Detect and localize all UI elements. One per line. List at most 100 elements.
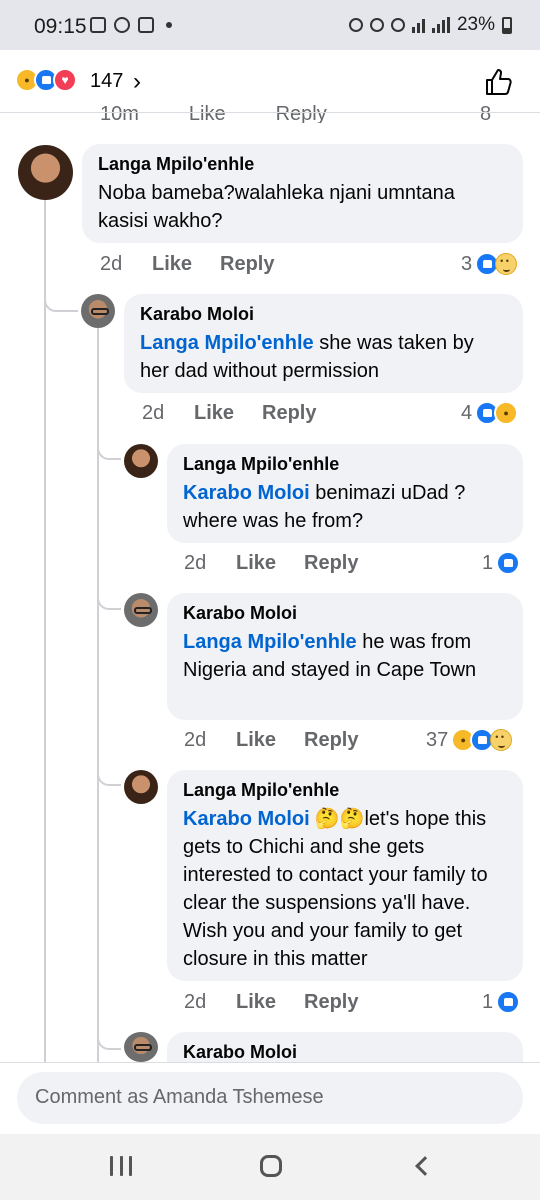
comment-actions: 2d Like Reply [184, 991, 358, 1014]
avatar[interactable] [124, 1032, 158, 1062]
avatar[interactable] [124, 770, 158, 804]
comment-author[interactable]: Karabo Moloi [183, 603, 507, 624]
battery-icon [502, 16, 512, 34]
avatar[interactable] [18, 145, 73, 200]
avatar[interactable] [124, 593, 158, 627]
comment-text-wrap: Langa Mpilo'enhle he was from Nigeria an… [183, 631, 476, 681]
like-button[interactable]: Like [236, 552, 304, 575]
thread-connector [97, 1030, 121, 1050]
like-icon [496, 990, 521, 1014]
thread-connector [97, 440, 121, 460]
system-status-icons: 23% [348, 14, 512, 36]
comment-reaction-count: 1 [482, 551, 494, 574]
comment-reactions[interactable]: 37 [426, 728, 513, 752]
comment-reactions[interactable]: 3 [461, 252, 518, 276]
like-button[interactable]: Like [194, 402, 262, 425]
thread-connector [44, 290, 78, 312]
check-box-icon [138, 17, 154, 33]
chevron-right-icon[interactable]: › [133, 68, 141, 96]
comment-reactions[interactable]: 4 [461, 401, 519, 425]
comment-author[interactable]: Langa Mpilo'enhle [98, 154, 507, 175]
comment-reaction-count: 1 [482, 990, 494, 1013]
notification-icons [90, 17, 172, 33]
mute-icon [390, 18, 405, 32]
comment-time: 2d [184, 552, 207, 574]
sad-icon [490, 729, 513, 751]
reply-button[interactable]: Reply [304, 729, 358, 752]
comment-text-wrap: Langa Mpilo'enhle she was taken by her d… [140, 332, 474, 382]
comment-reaction-count: 4 [461, 401, 473, 424]
thread-connector [97, 766, 121, 786]
battery-percent: 23% [456, 14, 495, 35]
love-icon [53, 68, 77, 92]
comment-text: let's hope this gets to Chichi and she g… [183, 808, 488, 970]
previous-like[interactable]: Like [189, 103, 226, 123]
reply-button[interactable]: Reply [304, 991, 358, 1014]
previous-reaction-count: 8 [480, 103, 492, 123]
comment-actions: 2d Like Reply [184, 552, 358, 575]
comment-time: 2d [184, 729, 207, 751]
comment-reactions[interactable]: 1 [482, 551, 521, 575]
thread-line [44, 200, 46, 1062]
alarm-icon [369, 18, 384, 32]
reaction-summary-icons[interactable] [15, 68, 77, 92]
avatar[interactable] [81, 294, 115, 328]
comment-reactions[interactable]: 1 [482, 990, 521, 1014]
header-divider [0, 112, 540, 113]
comment-actions: 2d Like Reply [100, 253, 274, 276]
mention-link[interactable]: Langa Mpilo'enhle [183, 631, 357, 653]
home-icon[interactable] [260, 1155, 282, 1177]
sad-icon [495, 253, 518, 275]
wifi-signal-icon [411, 17, 425, 33]
comment-input[interactable]: Comment as Amanda Tshemese [17, 1072, 523, 1124]
comment-actions: 2d Like Reply [184, 729, 358, 752]
status-time: 09:15 [34, 15, 87, 38]
comment-author[interactable]: Langa Mpilo'enhle [183, 780, 507, 801]
like-button-icon[interactable] [482, 66, 514, 98]
comment-bubble[interactable]: Karabo Moloi [167, 1032, 523, 1062]
comment-time: 2d [142, 402, 165, 424]
like-button[interactable]: Like [152, 253, 220, 276]
avatar[interactable] [124, 444, 158, 478]
cell-signal-icon [431, 17, 450, 33]
comment-time: 2d [184, 991, 207, 1013]
reply-button[interactable]: Reply [304, 552, 358, 575]
wow-icon [494, 401, 519, 425]
like-button[interactable]: Like [236, 729, 304, 752]
comment-author[interactable]: Langa Mpilo'enhle [183, 454, 507, 475]
previous-comment-actions: 10m Like Reply [100, 103, 327, 123]
comment-reaction-count: 37 [426, 728, 449, 751]
comment-bubble[interactable]: Karabo Moloi Langa Mpilo'enhle he was fr… [167, 593, 523, 720]
status-bar: 09:15 23% [0, 0, 540, 50]
comment-author[interactable]: Karabo Moloi [183, 1042, 507, 1062]
like-button[interactable]: Like [236, 991, 304, 1014]
reaction-count[interactable]: 147 [90, 70, 123, 93]
recents-icon[interactable] [110, 1156, 132, 1176]
comment-bubble[interactable]: Karabo Moloi Langa Mpilo'enhle she was t… [124, 294, 523, 393]
thread-connector [97, 590, 121, 610]
mention-link[interactable]: Karabo Moloi [183, 482, 310, 504]
comment-actions: 2d Like Reply [142, 402, 316, 425]
comment-bubble[interactable]: Langa Mpilo'enhle Karabo Moloi benimazi … [167, 444, 523, 543]
lock-icon [348, 18, 363, 32]
comment-text-wrap: Karabo Moloi 🤔🤔let's hope this gets to Ch… [183, 808, 488, 970]
comment-text: Noba bameba?walahleka njani umntana kasi… [98, 182, 455, 232]
thinking-emoji: 🤔🤔 [314, 808, 365, 830]
comment-bubble[interactable]: Langa Mpilo'enhle Noba bameba?walahleka … [82, 144, 523, 243]
more-notifications-dot-icon [166, 22, 172, 28]
reply-button[interactable]: Reply [220, 253, 274, 276]
whatsapp-icon [114, 17, 130, 33]
comment-bubble[interactable]: Langa Mpilo'enhle Karabo Moloi 🤔🤔let's ho… [167, 770, 523, 981]
comment-reaction-count: 3 [461, 252, 473, 275]
comment-time: 2d [100, 253, 123, 275]
previous-reply[interactable]: Reply [276, 103, 327, 123]
mention-link[interactable]: Langa Mpilo'enhle [140, 332, 314, 354]
previous-time: 10m [100, 103, 139, 123]
reply-button[interactable]: Reply [262, 402, 316, 425]
comment-text-wrap: Karabo Moloi benimazi uDad ? where was h… [183, 482, 465, 532]
comment-author[interactable]: Karabo Moloi [140, 304, 507, 325]
mention-link[interactable]: Karabo Moloi [183, 808, 310, 830]
gallery-icon [90, 17, 106, 33]
thread-line [97, 328, 99, 1062]
like-icon [496, 551, 521, 575]
